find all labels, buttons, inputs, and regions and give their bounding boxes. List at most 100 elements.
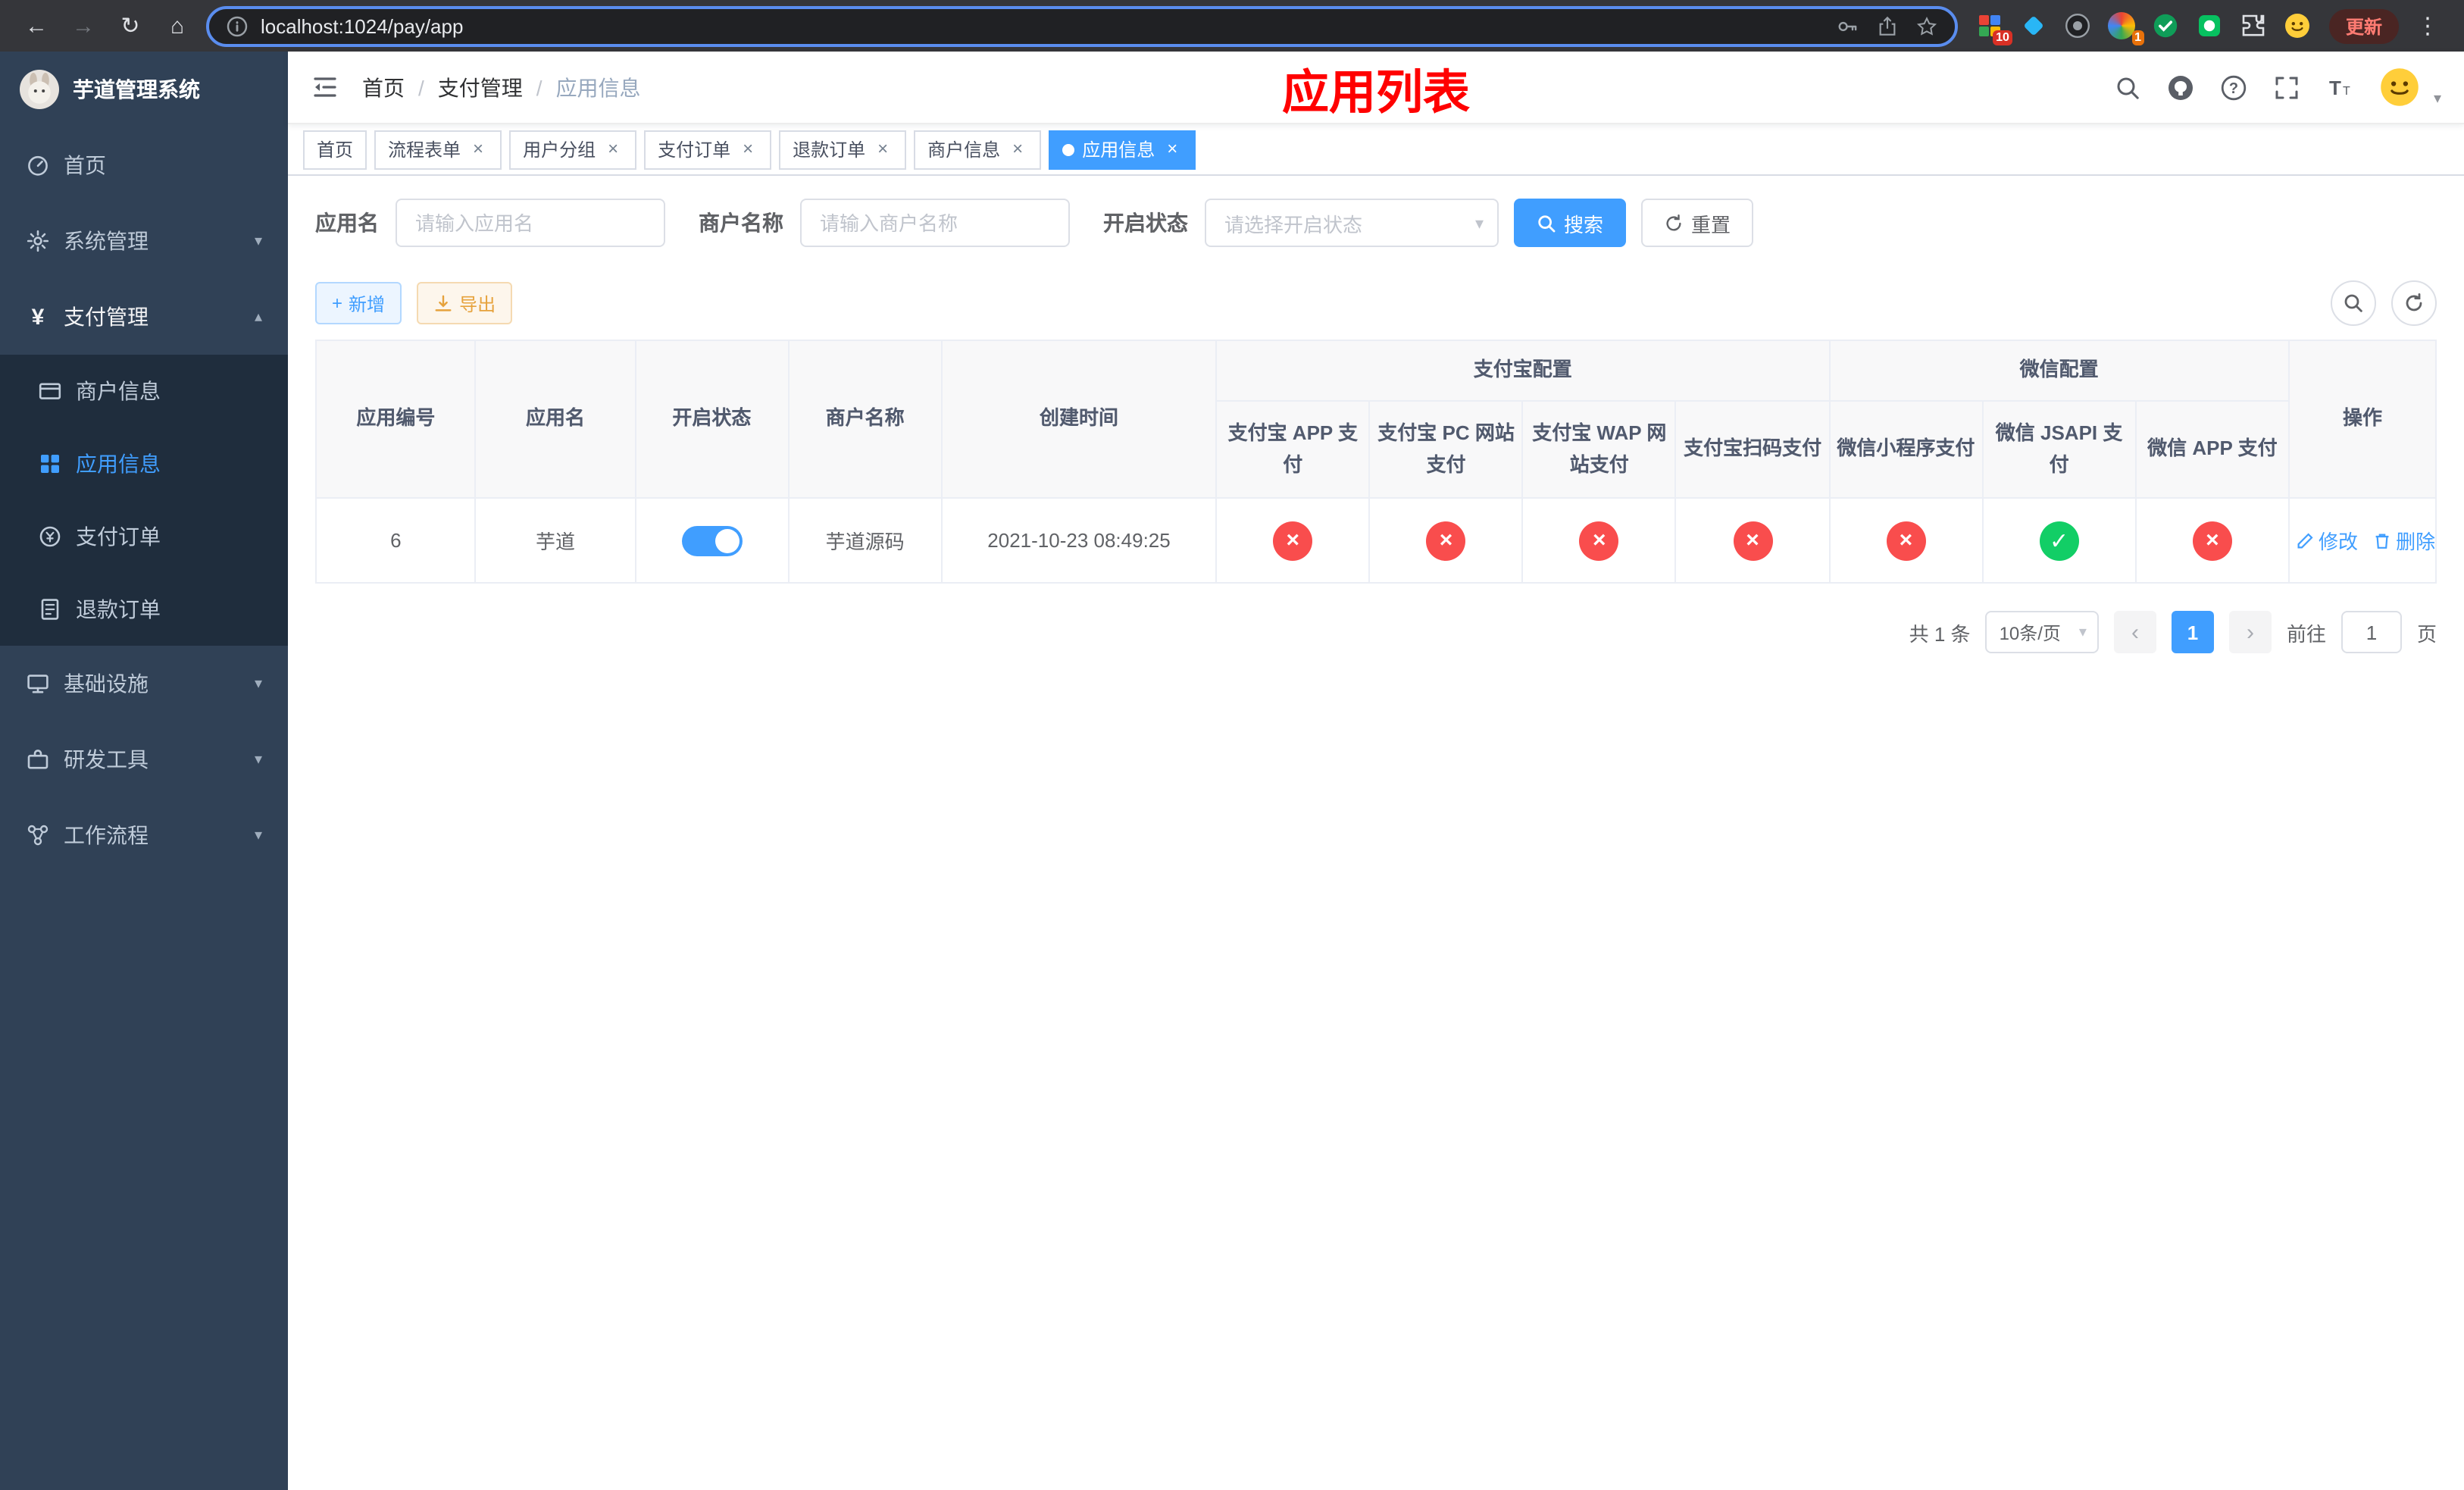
tab-close-icon[interactable]: ×: [738, 139, 758, 159]
fullscreen-icon[interactable]: [2273, 74, 2300, 101]
sidebar-item-pay[interactable]: ¥ 支付管理 ▴: [0, 279, 288, 355]
extension-colorful-icon[interactable]: 1: [2107, 12, 2144, 45]
column-header-app-id: 应用编号: [314, 340, 477, 499]
export-button[interactable]: 导出: [417, 282, 513, 324]
column-header-channel: 微信 JSAPI 支付: [1981, 400, 2137, 499]
next-page-button[interactable]: ›: [2228, 611, 2272, 653]
sidebar-item-workflow[interactable]: 工作流程 ▾: [0, 797, 288, 873]
browser-home-icon[interactable]: ⌂: [159, 8, 195, 44]
profile-avatar[interactable]: [2284, 12, 2311, 39]
column-header-app-name: 应用名: [474, 340, 636, 499]
sidebar-item-system[interactable]: 系统管理 ▾: [0, 203, 288, 279]
sidebar-item-pay-order[interactable]: 支付订单: [0, 500, 288, 573]
toggle-search-button[interactable]: [2331, 280, 2376, 326]
tags-view-bar: 首页 流程表单 × 用户分组 × 支付订单 × 退款订单 × 商户信息 × 应用…: [288, 124, 2464, 176]
user-avatar[interactable]: [2379, 67, 2420, 108]
prev-page-button[interactable]: ‹: [2113, 611, 2156, 653]
breadcrumb: 首页 / 支付管理 / 应用信息: [362, 72, 641, 102]
merchant-name-input[interactable]: [800, 199, 1070, 247]
page-content: 应用名 商户名称 开启状态 请选择开启状态 ▾: [288, 176, 2464, 1490]
search-button-label: 搜索: [1564, 213, 1604, 236]
bookmark-star-icon[interactable]: [1915, 14, 1938, 37]
grid-icon: [41, 455, 59, 473]
column-header-channel: 微信 APP 支付: [2134, 400, 2290, 499]
url-text[interactable]: localhost:1024/pay/app: [261, 14, 463, 37]
browser-reload-icon[interactable]: ↻: [112, 8, 149, 44]
app-name-input[interactable]: [396, 199, 665, 247]
reset-button-label: 重置: [1691, 213, 1731, 236]
tab-merchant-info[interactable]: 商户信息 ×: [914, 130, 1042, 169]
search-icon[interactable]: [2114, 74, 2141, 101]
extensions-puzzle-icon[interactable]: [2240, 12, 2267, 39]
share-icon[interactable]: [1876, 14, 1899, 37]
browser-back-icon[interactable]: ←: [18, 8, 55, 44]
add-button[interactable]: + 新增: [315, 282, 402, 324]
tab-close-icon[interactable]: ×: [468, 139, 488, 159]
sidebar-item-dev-tools[interactable]: 研发工具 ▾: [0, 722, 288, 797]
column-header-channel: 支付宝扫码支付: [1674, 400, 1831, 499]
extensions-area: 10 1: [1968, 12, 2319, 45]
status-toggle[interactable]: [681, 525, 743, 556]
edit-link[interactable]: 修改: [2296, 526, 2358, 555]
tab-pay-order[interactable]: 支付订单 ×: [644, 130, 772, 169]
delete-link[interactable]: 删除: [2373, 526, 2435, 555]
tab-label: 用户分组: [523, 139, 596, 161]
sidebar-toggle-icon[interactable]: [311, 73, 339, 102]
column-header-channel: 支付宝 APP 支付: [1215, 400, 1371, 499]
chevron-down-icon: ▾: [2078, 624, 2087, 640]
app-table: 应用编号 应用名 开启状态 商户名称 创建时间 支付宝配置 微信配置 操作 支付…: [314, 340, 2437, 584]
font-size-icon[interactable]: T T: [2326, 74, 2353, 101]
avatar-caret-icon[interactable]: ▾: [2434, 91, 2441, 108]
breadcrumb-home[interactable]: 首页: [362, 72, 405, 102]
tab-process-form[interactable]: 流程表单 ×: [374, 130, 502, 169]
search-button[interactable]: 搜索: [1514, 199, 1627, 247]
tab-close-icon[interactable]: ×: [873, 139, 893, 159]
goto-unit: 页: [2416, 622, 2437, 645]
extension-dark-circle-icon[interactable]: [2064, 12, 2091, 39]
workflow-icon: [27, 825, 48, 846]
extension-blue-gem-icon[interactable]: [2020, 12, 2047, 39]
browser-forward-icon[interactable]: →: [65, 8, 102, 44]
plus-icon: +: [332, 293, 343, 314]
sidebar-item-infra[interactable]: 基础设施 ▾: [0, 646, 288, 722]
sidebar-item-label: 支付订单: [76, 524, 161, 549]
sidebar-item-home[interactable]: 首页: [0, 127, 288, 203]
sidebar-logo[interactable]: 芋道管理系统: [0, 52, 288, 127]
monitor-icon: [27, 675, 48, 693]
tab-close-icon[interactable]: ×: [603, 139, 623, 159]
column-header-channel: 支付宝 WAP 网站支付: [1521, 400, 1677, 499]
tab-user-group[interactable]: 用户分组 ×: [509, 130, 637, 169]
tab-refund-order[interactable]: 退款订单 ×: [779, 130, 907, 169]
sidebar-item-label: 应用信息: [76, 452, 161, 476]
extension-green-check-icon[interactable]: [2152, 12, 2179, 39]
sidebar-item-refund-order[interactable]: 退款订单: [0, 573, 288, 646]
tab-home[interactable]: 首页: [303, 130, 367, 169]
extension-grid-icon[interactable]: 10: [1976, 12, 2012, 45]
breadcrumb-pay[interactable]: 支付管理: [438, 72, 523, 102]
address-bar[interactable]: localhost:1024/pay/app: [206, 5, 1958, 46]
help-icon[interactable]: ?: [2220, 74, 2247, 101]
reset-button[interactable]: 重置: [1641, 199, 1754, 247]
sidebar-item-app-info[interactable]: 应用信息: [0, 427, 288, 500]
delete-link-label: 删除: [2396, 531, 2436, 553]
status-select[interactable]: 请选择开启状态 ▾: [1205, 199, 1499, 247]
tab-label: 首页: [317, 139, 354, 161]
browser-update-button[interactable]: 更新: [2328, 8, 2399, 43]
sidebar-item-merchant-info[interactable]: 商户信息: [0, 355, 288, 427]
app-name-label: 应用名: [315, 211, 379, 235]
extension-chat-icon[interactable]: [2196, 12, 2223, 39]
tab-close-icon[interactable]: ×: [1008, 139, 1027, 159]
breadcrumb-separator: /: [418, 75, 424, 99]
tab-close-icon[interactable]: ×: [1162, 139, 1182, 159]
refresh-table-button[interactable]: [2391, 280, 2437, 326]
refresh-icon: [1666, 214, 1681, 230]
github-icon[interactable]: [2167, 74, 2194, 101]
goto-page-input[interactable]: [2340, 611, 2402, 653]
site-info-icon[interactable]: [226, 14, 249, 37]
page-number-button[interactable]: 1: [2171, 611, 2214, 653]
page-size-select[interactable]: 10条/页 ▾: [1985, 611, 2099, 653]
tab-label: 商户信息: [927, 139, 1001, 161]
password-key-icon[interactable]: [1837, 14, 1859, 37]
browser-menu-icon[interactable]: ⋮: [2409, 8, 2446, 44]
tab-app-info[interactable]: 应用信息 ×: [1049, 130, 1196, 169]
